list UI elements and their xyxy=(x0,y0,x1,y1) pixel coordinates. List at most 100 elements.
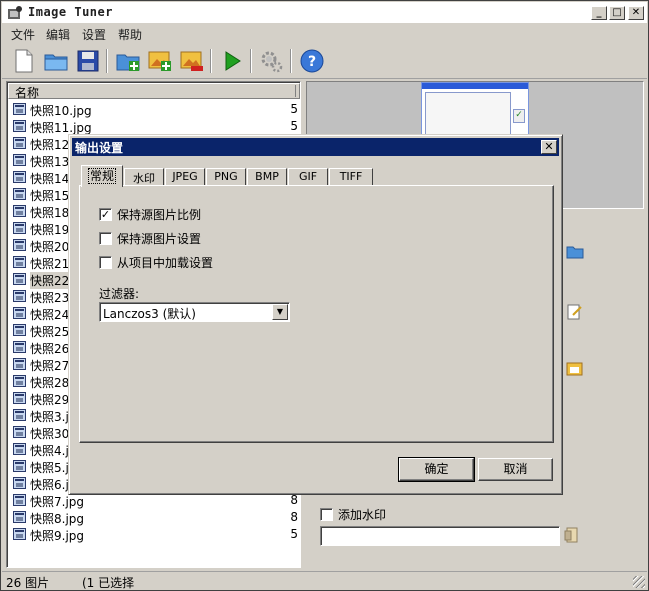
image-file-icon xyxy=(13,120,26,132)
edit-icon[interactable] xyxy=(566,304,584,320)
list-item[interactable]: 快照8.jpg 8 xyxy=(13,509,300,526)
file-name: 快照27 xyxy=(30,359,70,373)
file-size: 5 xyxy=(290,527,298,541)
file-name: 快照14 xyxy=(30,172,70,186)
resize-grip[interactable] xyxy=(633,576,645,588)
file-name: 快照25 xyxy=(30,325,70,339)
menu-settings[interactable]: 设置 xyxy=(82,26,106,43)
add-image-icon[interactable] xyxy=(146,47,174,75)
file-size: 5 xyxy=(290,102,298,116)
toolbar-separator xyxy=(210,49,212,73)
tab-gif[interactable]: GIF xyxy=(288,168,328,186)
tab-tiff[interactable]: TIFF xyxy=(329,168,373,186)
output-settings-dialog: 输出设置 ✕ 常规 水印 JPEG PNG BMP GIF TIFF ✓ 保持源… xyxy=(68,134,563,495)
file-name: 快照28 xyxy=(30,376,70,390)
dialog-close-button[interactable]: ✕ xyxy=(541,140,557,154)
column-header-label: 名称 xyxy=(15,86,40,100)
file-size: 5 xyxy=(290,119,298,133)
file-name: 快照24 xyxy=(30,308,70,322)
list-item[interactable]: 快照10.jpg 5 xyxy=(13,101,300,118)
remove-image-icon[interactable] xyxy=(178,47,206,75)
keep-source-settings-checkbox[interactable] xyxy=(99,232,112,245)
file-name: 快照18 xyxy=(30,206,70,220)
file-name: 快照19 xyxy=(30,223,70,237)
add-watermark-checkbox[interactable] xyxy=(320,508,333,521)
tab-watermark[interactable]: 水印 xyxy=(124,168,164,186)
image-file-icon xyxy=(13,154,26,166)
image-file-icon xyxy=(13,188,26,200)
tab-general[interactable]: 常规 xyxy=(81,165,123,187)
column-resize-handle[interactable] xyxy=(295,85,297,97)
watermark-browse-icon[interactable] xyxy=(564,527,582,543)
tab-bmp[interactable]: BMP xyxy=(247,168,287,186)
status-bar: 26 图片 (1 已选择 xyxy=(2,571,647,590)
status-selected-count: (1 已选择 xyxy=(82,576,135,590)
image-file-icon xyxy=(13,477,26,489)
ok-button[interactable]: 确定 xyxy=(398,457,475,482)
svg-text:?: ? xyxy=(308,54,316,70)
file-name: 快照20 xyxy=(30,240,70,254)
image-file-icon xyxy=(13,358,26,370)
toolbar: ? xyxy=(2,43,647,79)
file-name: 快照26 xyxy=(30,342,70,356)
open-folder-icon[interactable] xyxy=(42,47,70,75)
column-header-name[interactable]: 名称 xyxy=(8,83,300,100)
new-file-icon[interactable] xyxy=(10,47,38,75)
minimize-button[interactable]: _ xyxy=(591,6,607,20)
image-file-icon xyxy=(13,103,26,115)
add-watermark-label: 添加水印 xyxy=(338,508,387,522)
watermark-text-input[interactable] xyxy=(320,526,560,546)
keep-ratio-checkbox[interactable]: ✓ xyxy=(99,208,112,221)
load-from-project-label: 从项目中加载设置 xyxy=(117,256,214,270)
settings-gear-icon[interactable] xyxy=(258,47,286,75)
chevron-down-icon[interactable]: ▼ xyxy=(272,304,288,320)
folder-icon[interactable] xyxy=(566,244,584,260)
general-tab-panel: ✓ 保持源图片比例 保持源图片设置 从项目中加载设置 过滤器: Lanczos3… xyxy=(79,185,554,443)
file-name: 快照6.j xyxy=(30,478,69,492)
file-name: 快照9.jpg xyxy=(30,529,85,543)
image-file-icon xyxy=(13,137,26,149)
cancel-button[interactable]: 取消 xyxy=(478,458,553,481)
file-name: 快照15 xyxy=(30,189,70,203)
close-button[interactable]: ✕ xyxy=(628,6,644,20)
toolbar-separator xyxy=(106,49,108,73)
filter-select-value: Lanczos3 (默认) xyxy=(103,307,196,321)
toolbar-separator xyxy=(250,49,252,73)
list-item[interactable]: 快照11.jpg 5 xyxy=(13,118,300,135)
help-icon[interactable]: ? xyxy=(298,47,326,75)
list-item[interactable]: 快照9.jpg 5 xyxy=(13,526,300,543)
load-from-project-checkbox[interactable] xyxy=(99,256,112,269)
file-name: 快照23 xyxy=(30,291,70,305)
maximize-button[interactable]: □ xyxy=(609,6,625,20)
menu-help[interactable]: 帮助 xyxy=(118,26,142,43)
status-image-count: 26 图片 xyxy=(6,576,50,590)
image-file-icon xyxy=(13,171,26,183)
run-icon[interactable] xyxy=(218,47,246,75)
app-window: Image Tuner _ □ ✕ 文件 编辑 设置 帮助 ? 名称 快照10.… xyxy=(0,0,649,591)
file-name: 快照5.j xyxy=(30,461,69,475)
image-file-icon xyxy=(13,528,26,540)
image-settings-icon[interactable] xyxy=(566,361,584,377)
image-file-icon xyxy=(13,494,26,506)
menu-bar: 文件 编辑 设置 帮助 xyxy=(2,23,647,43)
menu-file[interactable]: 文件 xyxy=(11,26,35,43)
image-file-icon xyxy=(13,426,26,438)
dialog-title: 输出设置 xyxy=(75,141,124,155)
filter-select[interactable]: Lanczos3 (默认) ▼ xyxy=(99,302,290,322)
file-name: 快照10.jpg xyxy=(30,104,92,118)
tab-png[interactable]: PNG xyxy=(206,168,246,186)
filter-label: 过滤器: xyxy=(99,287,140,301)
file-name: 快照12 xyxy=(30,138,70,152)
file-name: 快照30 xyxy=(30,427,70,441)
image-file-icon xyxy=(13,205,26,217)
menu-edit[interactable]: 编辑 xyxy=(46,26,70,43)
title-bar: Image Tuner _ □ ✕ xyxy=(2,2,647,23)
file-name: 快照29 xyxy=(30,393,70,407)
image-file-icon xyxy=(13,256,26,268)
file-name: 快照4.j xyxy=(30,444,69,458)
add-folder-icon[interactable] xyxy=(114,47,142,75)
toolbar-separator xyxy=(290,49,292,73)
save-icon[interactable] xyxy=(74,47,102,75)
tab-jpeg[interactable]: JPEG xyxy=(165,168,205,186)
image-file-icon xyxy=(13,273,26,285)
